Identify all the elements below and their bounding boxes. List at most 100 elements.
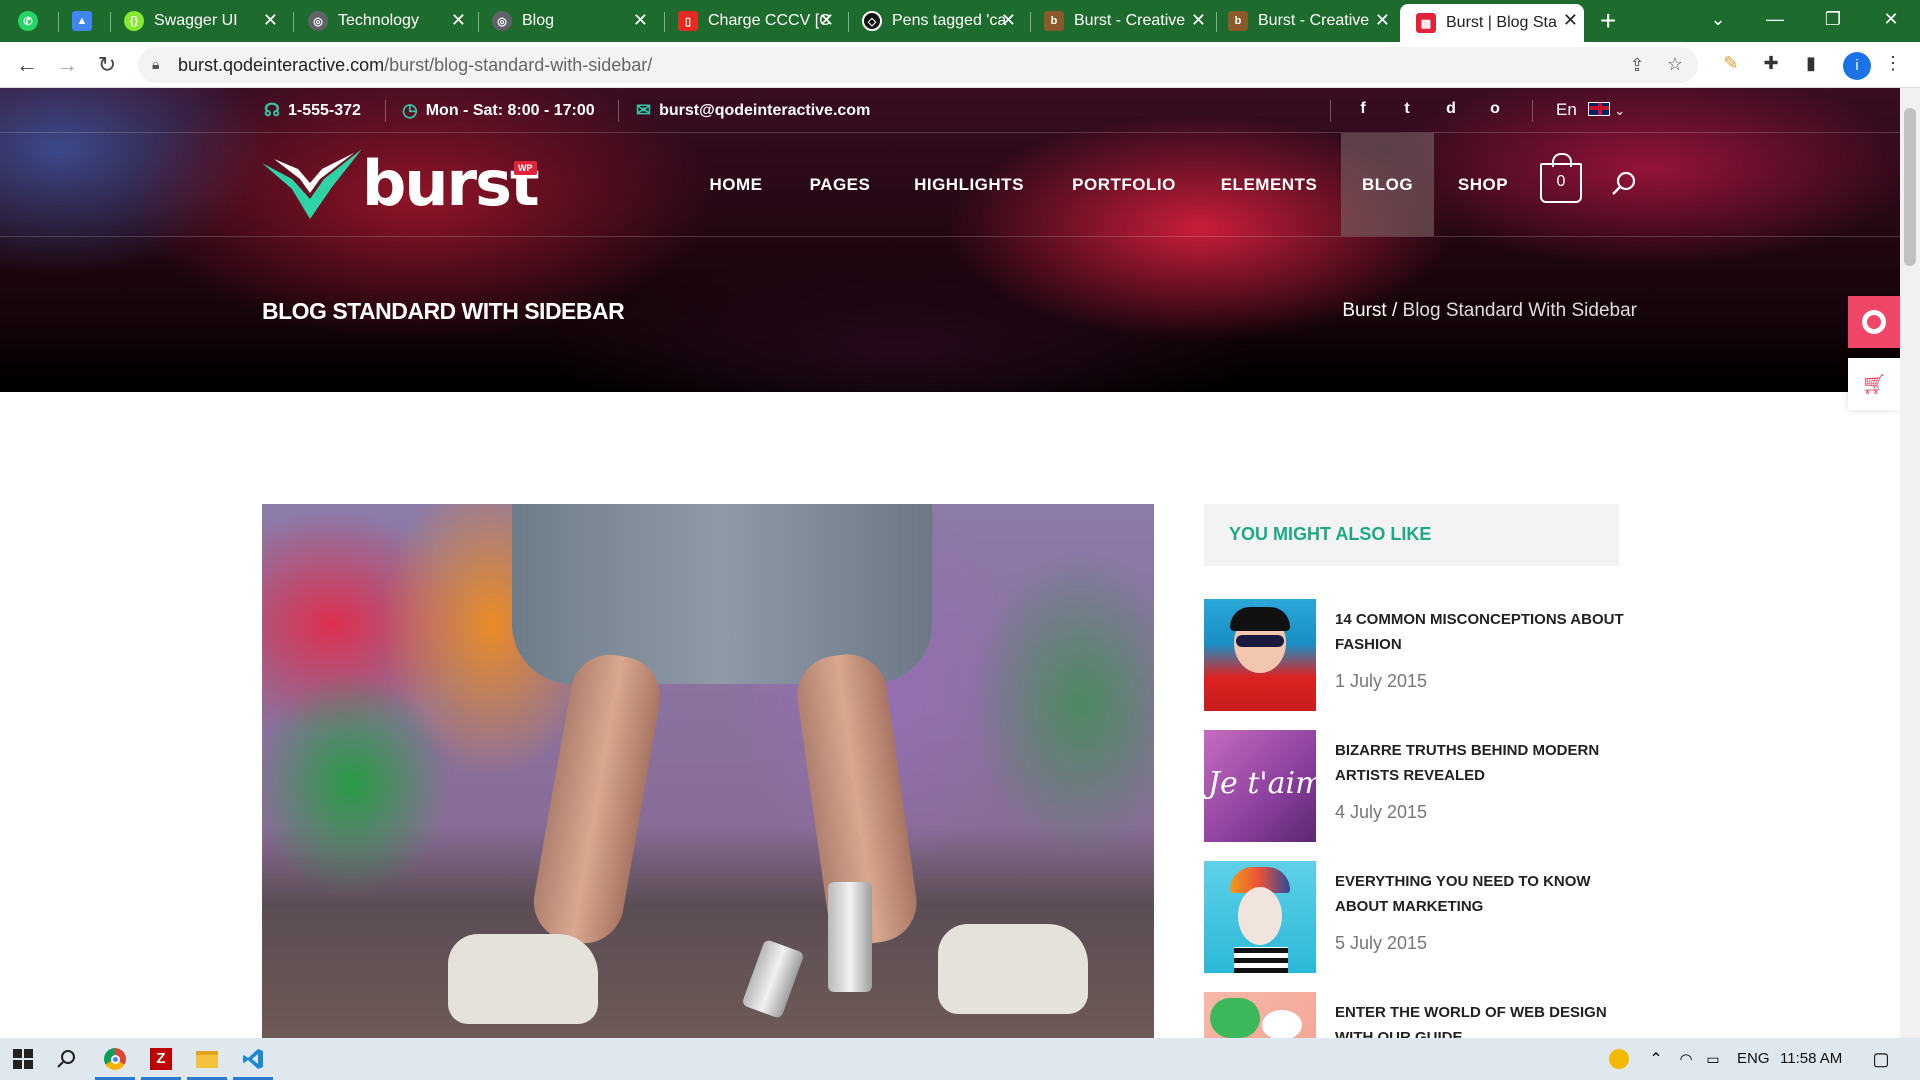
burst-logo[interactable]: burst WP bbox=[262, 147, 542, 220]
forward-icon[interactable]: → bbox=[52, 50, 82, 80]
post-thumbnail[interactable] bbox=[1204, 992, 1316, 1038]
bookmark-star-icon[interactable]: ☆ bbox=[1662, 54, 1688, 75]
twitter-icon[interactable]: t bbox=[1396, 100, 1418, 118]
vscode-icon[interactable] bbox=[238, 1044, 268, 1074]
dribbble-icon[interactable]: d bbox=[1440, 100, 1462, 118]
battery-icon[interactable]: ▭ bbox=[1698, 1044, 1728, 1074]
post-title[interactable]: EVERYTHING YOU NEED TO KNOW ABOUT MARKET… bbox=[1335, 869, 1625, 919]
post-title[interactable]: BIZARRE TRUTHS BEHIND MODERN ARTISTS REV… bbox=[1335, 738, 1625, 788]
burst-icon: b bbox=[1044, 11, 1064, 31]
post-date: 4 July 2015 bbox=[1335, 802, 1428, 822]
tab-blog[interactable]: ◎ Blog ✕ bbox=[492, 4, 654, 38]
codepen-icon: ◇ bbox=[862, 11, 882, 31]
post-title[interactable]: 14 COMMON MISCONCEPTIONS ABOUT FASHION bbox=[1335, 607, 1625, 657]
page-title: BLOG STANDARD WITH SIDEBAR bbox=[262, 298, 625, 324]
close-tab-icon[interactable]: ✕ bbox=[819, 11, 834, 29]
url-text: burst.qodeinteractive.com/burst/blog-sta… bbox=[178, 55, 653, 75]
chat-widget-button[interactable] bbox=[1848, 296, 1900, 348]
floating-cart-button[interactable]: 🛒︎ bbox=[1848, 358, 1900, 410]
scrollbar-thumb[interactable] bbox=[1904, 108, 1916, 266]
tab-codepen[interactable]: ◇ Pens tagged 'ca ✕ bbox=[862, 4, 1022, 38]
uk-flag-icon bbox=[1587, 102, 1610, 116]
nav-blog[interactable]: BLOG bbox=[1341, 133, 1434, 236]
new-tab-button[interactable]: + bbox=[1600, 6, 1616, 36]
side-panel-icon[interactable]: ▮ bbox=[1798, 53, 1824, 74]
email-contact[interactable]: ✉ burst@qodeinteractive.com bbox=[636, 100, 870, 121]
globe-icon: ◎ bbox=[492, 11, 512, 31]
post-thumbnail[interactable] bbox=[1204, 599, 1316, 711]
extensions-puzzle-icon[interactable]: ✚ bbox=[1758, 53, 1784, 74]
post-date: 1 July 2015 bbox=[1335, 671, 1428, 691]
post-thumbnail[interactable]: Je t'aime bbox=[1204, 730, 1341, 842]
sidebar-widget-title: YOU MIGHT ALSO LIKE bbox=[1204, 504, 1619, 566]
filezilla-icon[interactable]: Z bbox=[146, 1044, 176, 1074]
nav-elements[interactable]: ELEMENTS bbox=[1214, 133, 1324, 236]
close-tab-icon[interactable]: ✕ bbox=[451, 11, 466, 29]
close-tab-icon[interactable]: ✕ bbox=[1563, 11, 1578, 29]
featured-post-image[interactable] bbox=[262, 504, 1154, 1038]
tab-burst-2[interactable]: b Burst - Creative ✕ bbox=[1228, 4, 1396, 38]
close-tab-icon[interactable]: ✕ bbox=[1001, 11, 1016, 29]
tab-technology[interactable]: ◎ Technology ✕ bbox=[308, 4, 472, 38]
share-icon[interactable]: ⇪ bbox=[1624, 55, 1650, 76]
search-icon[interactable] bbox=[1612, 171, 1636, 195]
chrome-icon[interactable] bbox=[100, 1044, 130, 1074]
nav-shop[interactable]: SHOP bbox=[1448, 133, 1518, 236]
tab-search-icon[interactable]: ⌄ bbox=[1695, 4, 1741, 34]
search-icon[interactable] bbox=[52, 1044, 82, 1074]
swagger-icon: {} bbox=[124, 11, 144, 31]
cart-bag-icon[interactable]: 0 bbox=[1540, 153, 1582, 203]
back-icon[interactable]: ← bbox=[12, 50, 42, 80]
tab-drive[interactable]: ▲ bbox=[72, 4, 98, 38]
tab-charge-pdf[interactable]: ▯ Charge CCCV [C ✕ bbox=[678, 4, 840, 38]
menu-kebab-icon[interactable]: ⋮ bbox=[1880, 53, 1906, 74]
tab-whatsapp[interactable]: ✆ bbox=[18, 4, 44, 38]
chevron-up-icon[interactable]: ⌃ bbox=[1641, 1044, 1671, 1074]
breadcrumb-home-link[interactable]: Burst bbox=[1342, 300, 1386, 321]
headset-icon: ☊ bbox=[264, 100, 280, 120]
envelope-icon: ✉ bbox=[636, 100, 652, 120]
file-explorer-icon[interactable] bbox=[192, 1044, 222, 1074]
post-title[interactable]: ENTER THE WORLD OF WEB DESIGN WITH OUR G… bbox=[1335, 1000, 1625, 1038]
instagram-icon[interactable]: o bbox=[1484, 100, 1506, 118]
system-clock[interactable]: 11:58 AM bbox=[1780, 1050, 1842, 1067]
nav-highlights[interactable]: HIGHLIGHTS bbox=[904, 133, 1034, 236]
profile-avatar[interactable]: i bbox=[1843, 52, 1871, 80]
lock-icon: 🔒︎ bbox=[152, 56, 160, 72]
logo-wing-icon bbox=[262, 149, 362, 219]
tab-burst-1[interactable]: b Burst - Creative ✕ bbox=[1044, 4, 1212, 38]
weather-icon[interactable] bbox=[1604, 1044, 1634, 1074]
image-shorts bbox=[512, 504, 932, 684]
post-thumbnail[interactable] bbox=[1204, 861, 1316, 973]
facebook-icon[interactable]: f bbox=[1352, 100, 1374, 118]
nav-portfolio[interactable]: PORTFOLIO bbox=[1064, 133, 1184, 236]
close-tab-icon[interactable]: ✕ bbox=[633, 11, 648, 29]
pdf-icon: ▯ bbox=[678, 11, 698, 31]
widget-heading: YOU MIGHT ALSO LIKE bbox=[1229, 524, 1432, 544]
related-post[interactable]: 14 COMMON MISCONCEPTIONS ABOUT FASHION 1… bbox=[1204, 599, 1624, 713]
network-icon[interactable]: ◠ bbox=[1671, 1044, 1701, 1074]
breadcrumb: Burst / Blog Standard With Sidebar bbox=[1342, 300, 1637, 322]
restore-icon[interactable]: ❐ bbox=[1810, 4, 1856, 34]
close-window-icon[interactable]: ✕ bbox=[1868, 4, 1914, 34]
phone-contact[interactable]: ☊ 1-555-372 bbox=[264, 100, 361, 121]
reload-icon[interactable]: ↻ bbox=[92, 50, 122, 80]
notifications-icon[interactable]: ▢ bbox=[1866, 1044, 1896, 1074]
language-selector[interactable]: En ⌄ bbox=[1556, 100, 1625, 120]
close-tab-icon[interactable]: ✕ bbox=[1375, 11, 1390, 29]
related-post[interactable]: EVERYTHING YOU NEED TO KNOW ABOUT MARKET… bbox=[1204, 861, 1624, 975]
related-post[interactable]: Je t'aime BIZARRE TRUTHS BEHIND MODERN A… bbox=[1204, 730, 1624, 844]
pencil-extension-icon[interactable]: ✎ bbox=[1718, 53, 1744, 74]
minimize-icon[interactable]: — bbox=[1752, 4, 1798, 34]
address-bar[interactable]: 🔒︎ burst.qodeinteractive.com/burst/blog-… bbox=[138, 47, 1698, 83]
close-tab-icon[interactable]: ✕ bbox=[263, 11, 278, 29]
nav-pages[interactable]: PAGES bbox=[800, 133, 880, 236]
close-tab-icon[interactable]: ✕ bbox=[1191, 11, 1206, 29]
wp-badge: WP bbox=[514, 161, 537, 175]
input-language[interactable]: ENG bbox=[1737, 1050, 1770, 1067]
related-post[interactable]: ENTER THE WORLD OF WEB DESIGN WITH OUR G… bbox=[1204, 992, 1624, 1038]
tab-burst-blog-active[interactable]: ▦ Burst | Blog Sta ✕ bbox=[1400, 4, 1584, 42]
tab-swagger[interactable]: {} Swagger UI ✕ bbox=[124, 4, 284, 38]
windows-start-icon[interactable] bbox=[8, 1044, 38, 1074]
nav-home[interactable]: HOME bbox=[696, 133, 776, 236]
